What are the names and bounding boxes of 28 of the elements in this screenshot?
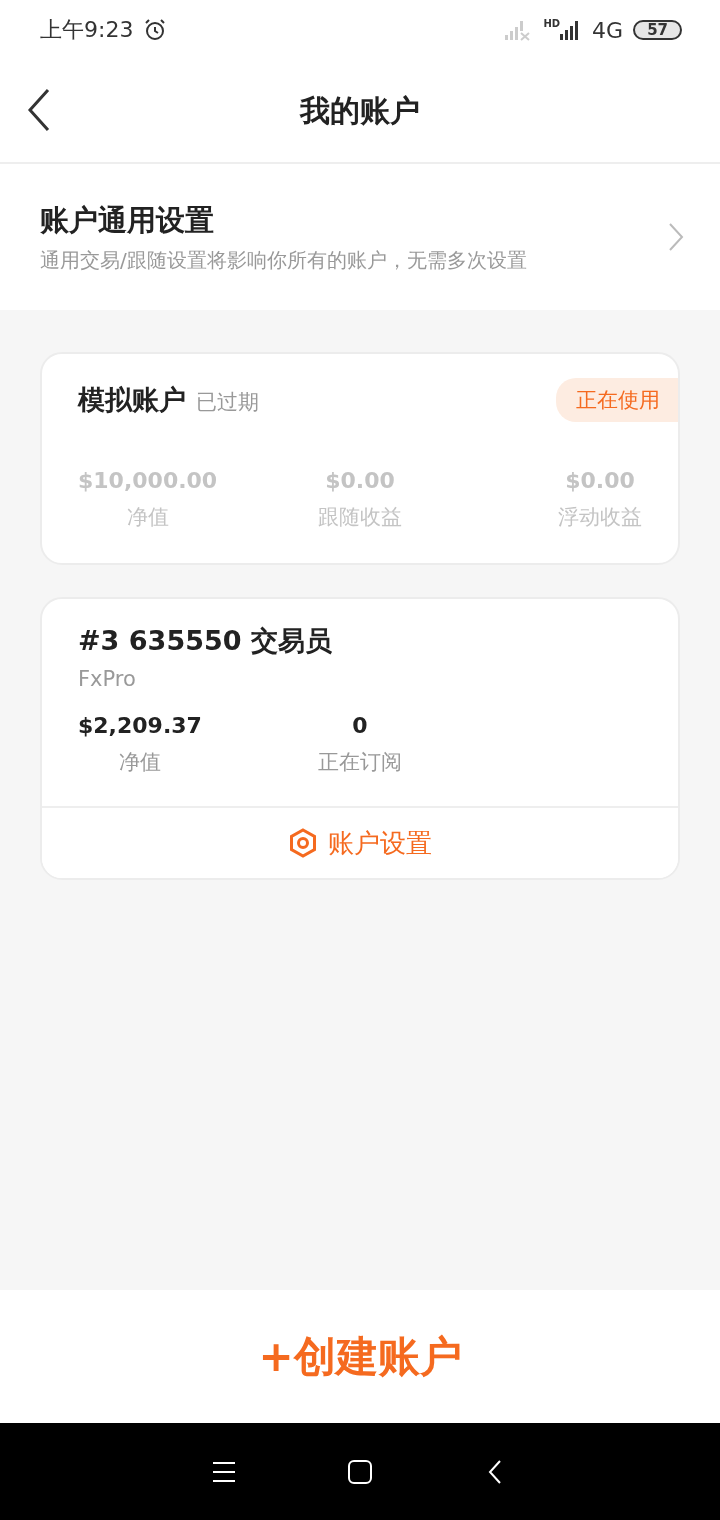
- stat-label: 正在订阅: [318, 749, 402, 776]
- hexagon-gear-icon: [288, 828, 318, 858]
- general-settings-row[interactable]: 账户通用设置 通用交易/跟随设置将影响你所有的账户，无需多次设置: [0, 164, 720, 310]
- home-icon[interactable]: [347, 1458, 373, 1485]
- hd-label: HD: [543, 17, 561, 29]
- account-title: 模拟账户: [78, 383, 186, 417]
- broker-name: FxPro: [77, 666, 137, 691]
- settings-title: 账户通用设置: [40, 201, 215, 239]
- account-title: #3 635550 交易员: [78, 624, 332, 658]
- account-status: 已过期: [196, 389, 259, 416]
- battery-indicator: 57: [633, 20, 682, 40]
- settings-description: 通用交易/跟随设置将影响你所有的账户，无需多次设置: [40, 246, 528, 274]
- network-label: 4G: [592, 17, 624, 43]
- stat-value: $0.00: [325, 468, 395, 493]
- stat-value: 0: [352, 713, 368, 738]
- page-title: 我的账户: [300, 91, 420, 130]
- stat-label: 跟随收益: [318, 504, 402, 531]
- in-use-tag: 正在使用: [556, 378, 678, 422]
- stat-value: $0.00: [565, 468, 635, 493]
- stat-label: 净值: [118, 749, 161, 776]
- stat-label: 净值: [126, 504, 169, 531]
- status-time: 上午9:23: [40, 16, 134, 44]
- chevron-right-icon: [668, 222, 684, 252]
- stat-value: $2,209.37: [78, 713, 202, 738]
- account-card[interactable]: 模拟账户 已过期 正在使用 $10,000.00 净值 $0.00 跟随收益 $0.00 浮动收益: [40, 352, 680, 565]
- account-card[interactable]: #3 635550 交易员 FxPro $2,209.37 净值 0 正在订阅 账户设置: [40, 597, 680, 880]
- stat-value: $10,000.00: [78, 468, 218, 493]
- stat-label: 浮动收益: [558, 504, 642, 531]
